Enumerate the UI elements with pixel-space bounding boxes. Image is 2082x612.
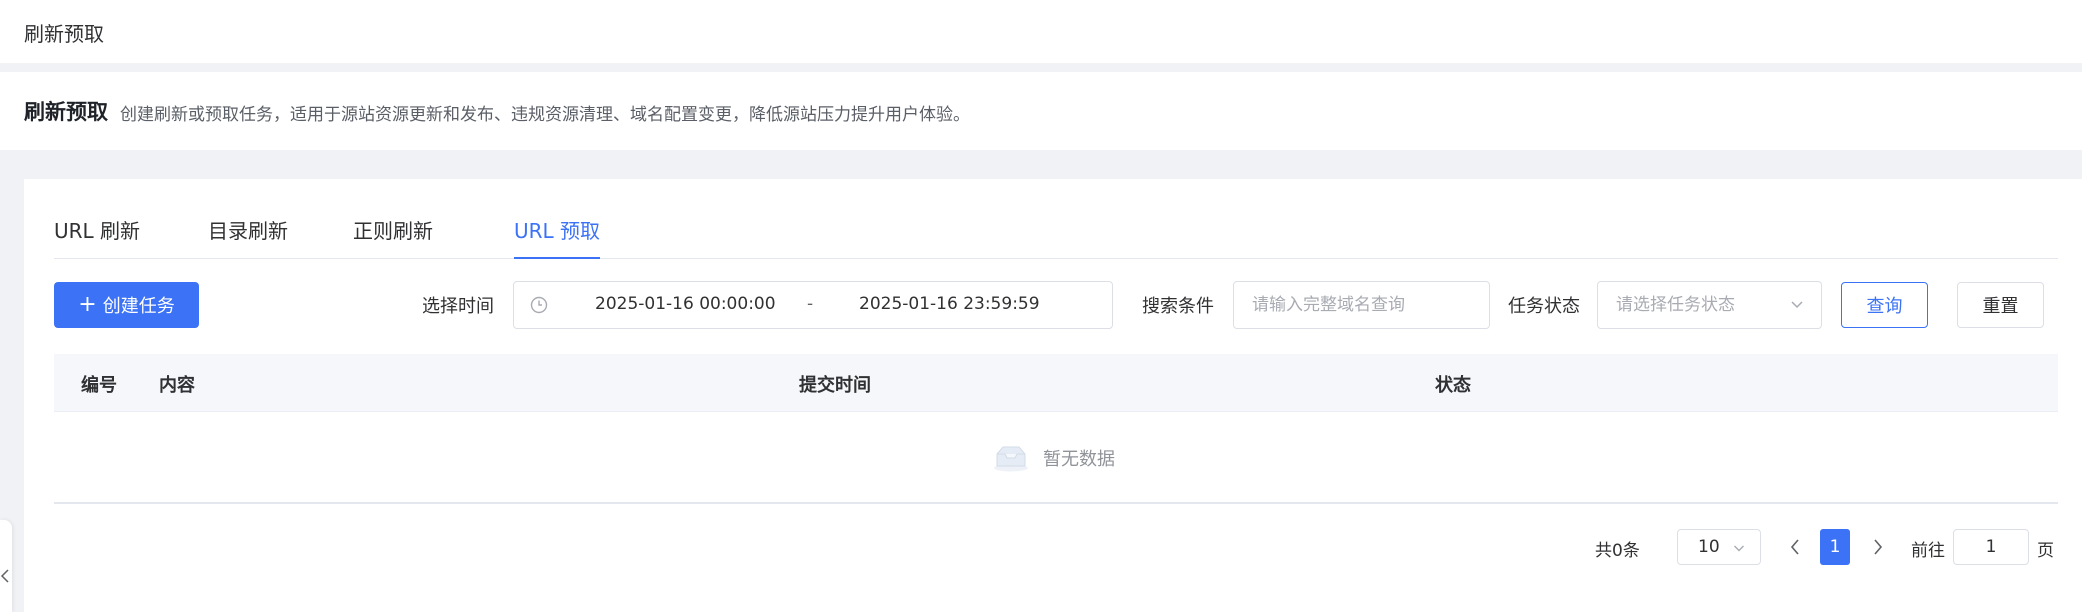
goto-page-input[interactable]: 1 <box>1953 529 2029 565</box>
tab-url-refresh[interactable]: URL 刷新 <box>54 211 140 258</box>
plus-icon: + <box>78 292 97 317</box>
prev-page-icon[interactable] <box>1786 536 1804 558</box>
tab-bar: URL 刷新 目录刷新 正则刷新 URL 预取 <box>54 211 2058 259</box>
create-task-button[interactable]: + 创建任务 <box>54 282 199 328</box>
column-header-submit-time: 提交时间 <box>799 375 871 396</box>
start-time[interactable]: 2025-01-16 00:00:00 <box>595 294 776 314</box>
tab-directory-refresh[interactable]: 目录刷新 <box>208 211 288 258</box>
task-status-placeholder: 请选择任务状态 <box>1616 295 1735 315</box>
tab-url-prefetch[interactable]: URL 预取 <box>514 211 601 259</box>
search-label: 搜索条件 <box>1142 296 1214 317</box>
page-title: 刷新预取 <box>24 100 108 124</box>
empty-state: 暂无数据 <box>54 444 2058 472</box>
task-status-select[interactable]: 请选择任务状态 <box>1597 281 1822 329</box>
empty-text: 暂无数据 <box>1043 449 1115 470</box>
query-button[interactable]: 查询 <box>1841 282 1928 328</box>
chevron-left-icon <box>0 569 9 583</box>
date-range-picker[interactable]: 2025-01-16 00:00:00 - 2025-01-16 23:59:5… <box>513 281 1113 329</box>
range-separator: - <box>807 294 814 314</box>
chevron-down-icon <box>1734 545 1744 552</box>
column-header-id: 编号 <box>81 375 117 396</box>
create-task-label: 创建任务 <box>102 296 175 317</box>
breadcrumb: 刷新预取 <box>24 22 104 46</box>
main-card: URL 刷新 目录刷新 正则刷新 URL 预取 + 创建任务 选择时间 2025… <box>24 179 2082 612</box>
sidebar-collapse-handle[interactable] <box>0 520 12 612</box>
status-label: 任务状态 <box>1508 296 1580 317</box>
reset-button[interactable]: 重置 <box>1957 282 2044 328</box>
page-size-value: 10 <box>1698 537 1720 557</box>
domain-search-input[interactable]: 请输入完整域名查询 <box>1233 281 1490 329</box>
top-bar: 刷新预取 <box>0 0 2082 64</box>
goto-suffix: 页 <box>2037 541 2054 561</box>
table-header: 编号 内容 提交时间 状态 <box>54 354 2058 412</box>
clock-icon <box>530 296 548 314</box>
next-page-icon[interactable] <box>1869 536 1887 558</box>
goto-label: 前往 <box>1911 541 1945 561</box>
chevron-down-icon <box>1791 301 1803 309</box>
end-time[interactable]: 2025-01-16 23:59:59 <box>859 294 1040 314</box>
table-empty-body: 暂无数据 <box>54 412 2058 504</box>
empty-box-icon <box>994 446 1028 472</box>
tab-regex-refresh[interactable]: 正则刷新 <box>353 211 433 258</box>
page-description: 创建刷新或预取任务，适用于源站资源更新和发布、违规资源清理、域名配置变更，降低源… <box>120 105 970 125</box>
pagination-total: 共0条 <box>1595 541 1640 561</box>
page-size-select[interactable]: 10 <box>1677 529 1761 565</box>
column-header-status: 状态 <box>1435 375 1471 396</box>
column-header-content: 内容 <box>159 375 195 396</box>
page-number-current[interactable]: 1 <box>1820 529 1850 565</box>
time-label: 选择时间 <box>422 296 494 317</box>
task-table: 编号 内容 提交时间 状态 暂无数据 <box>54 354 2058 504</box>
page-header: 刷新预取 创建刷新或预取任务，适用于源站资源更新和发布、违规资源清理、域名配置变… <box>0 72 2082 150</box>
